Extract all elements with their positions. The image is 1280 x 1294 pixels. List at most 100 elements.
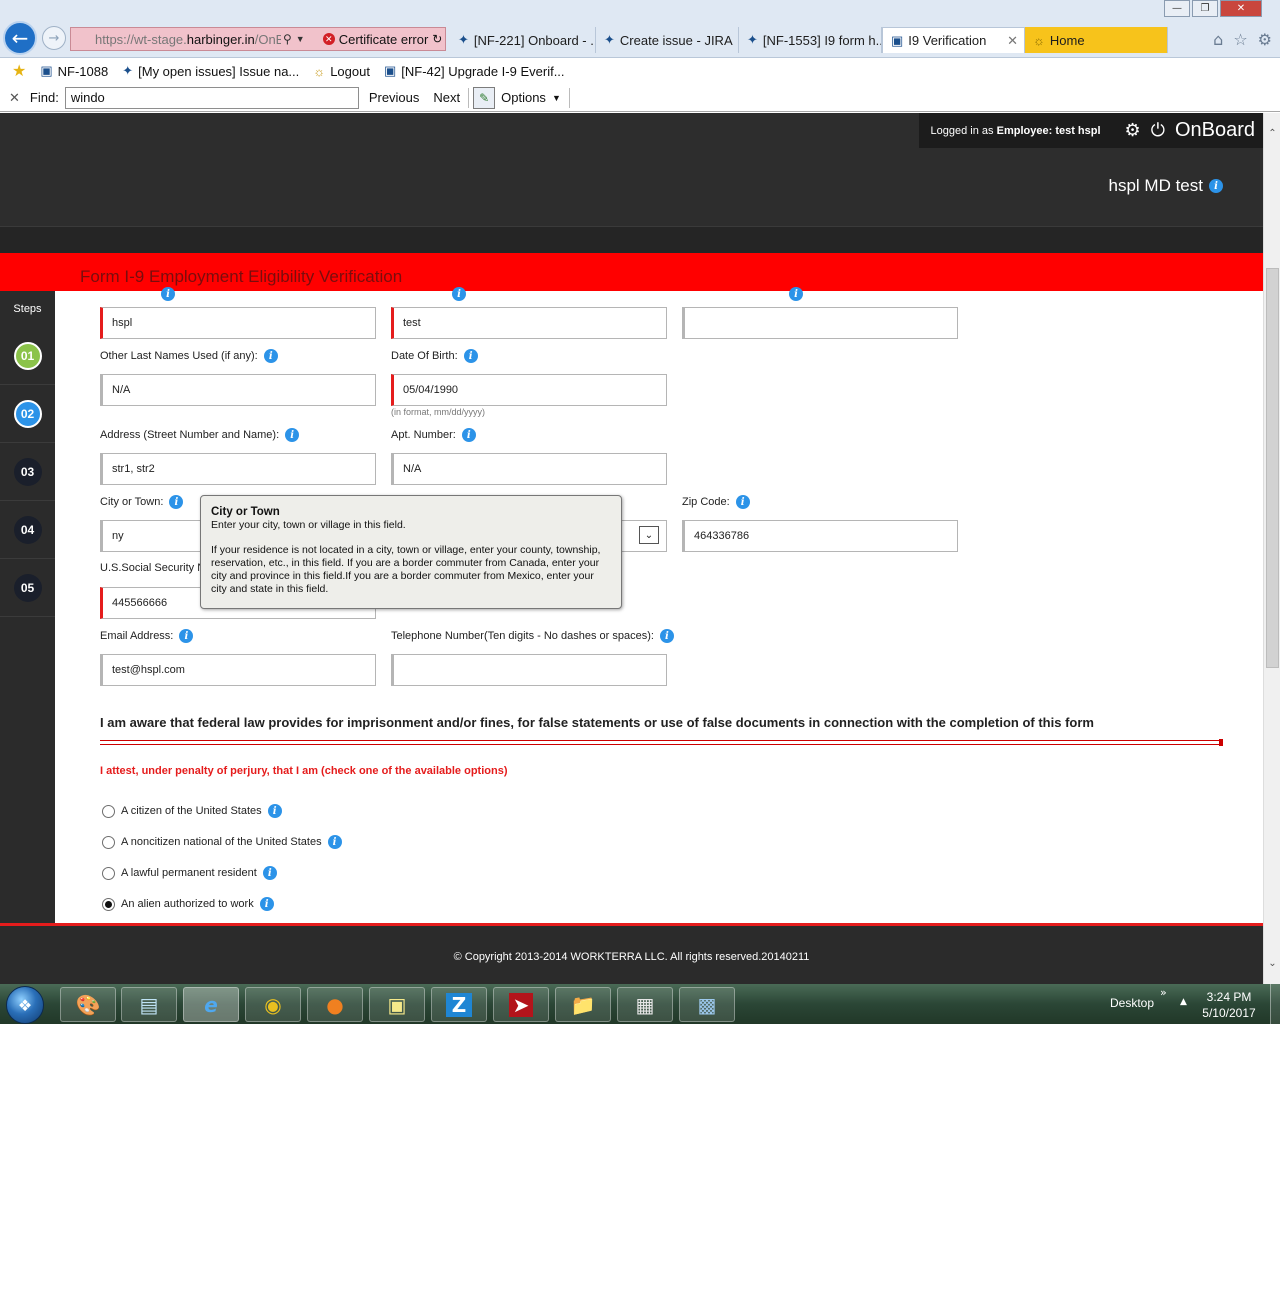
info-icon[interactable]: i (262, 866, 277, 880)
vertical-scrollbar[interactable]: ⌃ ⌄ (1263, 113, 1280, 984)
scroll-thumb[interactable] (1266, 268, 1279, 668)
step-02[interactable]: 02 (0, 385, 55, 443)
info-icon[interactable]: i (327, 835, 342, 849)
error-icon: ✕ (322, 33, 335, 45)
close-icon[interactable]: ✕ (9, 90, 20, 106)
address-label: Address (Street Number and Name): i (100, 428, 300, 442)
system-clock[interactable]: 3:24 PM 5/10/2017 (1200, 989, 1258, 1021)
close-tab-icon[interactable]: ✕ (1007, 33, 1018, 49)
info-icon[interactable]: i (1209, 179, 1223, 193)
option-label: A lawful permanent resident (121, 867, 257, 879)
find-previous-button[interactable]: Previous (369, 90, 420, 105)
info-icon[interactable]: i (161, 287, 175, 301)
option-label: A noncitizen national of the United Stat… (121, 836, 322, 848)
acrobat-icon[interactable]: ➤ (493, 987, 549, 1022)
info-icon[interactable]: i (259, 897, 274, 911)
home-icon[interactable]: ⌂ (1213, 30, 1223, 49)
highlight-icon[interactable]: ✎ (473, 86, 496, 109)
start-button[interactable]: ❖ (6, 986, 44, 1024)
tray-expand-icon[interactable]: ▲ (1180, 997, 1187, 1007)
spreadsheet-icon[interactable]: ▦ (617, 987, 673, 1022)
find-label: Find: (29, 90, 59, 105)
find-next-button[interactable]: Next (433, 90, 460, 105)
find-input[interactable] (64, 86, 359, 109)
chevron-right-icon[interactable]: » (1160, 986, 1167, 999)
option-permanent-resident[interactable]: A lawful permanent resident i (102, 866, 277, 880)
tab-home[interactable]: ☼ Home (1025, 27, 1168, 53)
other-last-names-field[interactable]: N/A (100, 374, 376, 406)
back-button[interactable]: ← (3, 21, 37, 55)
scroll-down-icon[interactable]: ⌄ (1264, 955, 1280, 972)
restore-button[interactable]: ❐ (1192, 0, 1218, 17)
info-icon[interactable]: i (179, 629, 194, 643)
radio-alien-authorized[interactable] (102, 897, 115, 911)
radio-noncitizen-national[interactable] (102, 835, 115, 849)
favorite-my-open-issues[interactable]: ✦ [My open issues] Issue na... (122, 63, 299, 79)
info-icon[interactable]: i (659, 629, 674, 643)
favorite-nf-1088[interactable]: ▣ NF-1088 (40, 63, 108, 79)
divider (568, 87, 570, 108)
forward-button[interactable]: → (42, 26, 66, 50)
chevron-down-icon[interactable]: ⌄ (639, 526, 659, 544)
gear-icon[interactable]: ⚙ (1258, 30, 1272, 49)
radio-citizen[interactable] (102, 804, 115, 818)
tab-i9-verification[interactable]: ▣ I9 Verification ✕ (882, 27, 1025, 53)
close-window-button[interactable]: ✕ (1220, 0, 1262, 17)
dropdown-arrow-icon[interactable]: ▼ (296, 34, 305, 44)
search-icon[interactable]: ⚲ (283, 32, 292, 46)
favorite-nf-42[interactable]: ▣ [NF-42] Upgrade I-9 Everif... (384, 63, 565, 79)
certificate-error-indicator[interactable]: ✕ Certificate error ↻ (322, 32, 442, 47)
sticky-notes-icon[interactable]: ▣ (369, 987, 425, 1022)
minimize-button[interactable]: — (1164, 0, 1190, 17)
option-noncitizen-national[interactable]: A noncitizen national of the United Stat… (102, 835, 342, 849)
explorer-folder-icon[interactable]: 📁 (555, 987, 611, 1022)
radio-permanent-resident[interactable] (102, 866, 115, 880)
zip-field[interactable]: 464336786 (682, 520, 958, 552)
dob-field[interactable]: 05/04/1990 (391, 374, 667, 406)
favorites-star[interactable]: ★ (12, 61, 26, 81)
address-field[interactable]: str1, str2 (100, 453, 376, 485)
show-desktop-button[interactable] (1270, 984, 1280, 1024)
power-icon[interactable]: ⏻ (1151, 120, 1165, 141)
step-05[interactable]: 05 (0, 559, 55, 617)
apt-field[interactable]: N/A (391, 453, 667, 485)
url-text[interactable]: https://wt-stage.harbinger.in/OnBo (71, 32, 281, 47)
notes-icon[interactable]: ▤ (121, 987, 177, 1022)
favorites-star-icon[interactable]: ☆ (1233, 30, 1247, 49)
info-icon[interactable]: i (263, 349, 278, 363)
email-field[interactable]: test@hspl.com (100, 654, 376, 686)
option-alien-authorized[interactable]: An alien authorized to work i (102, 897, 274, 911)
chrome-icon[interactable]: ◉ (245, 987, 301, 1022)
info-icon[interactable]: i (461, 428, 476, 442)
step-03[interactable]: 03 (0, 443, 55, 501)
desktop-toolbar-label[interactable]: Desktop (1110, 996, 1154, 1010)
info-icon[interactable]: i (452, 287, 466, 301)
tab-create-issue[interactable]: ✦ Create issue - JIRA (596, 27, 739, 53)
phone-field[interactable] (391, 654, 667, 686)
picture-viewer-icon[interactable]: ▩ (679, 987, 735, 1022)
step-01[interactable]: 01 (0, 327, 55, 385)
option-citizen[interactable]: A citizen of the United States i (102, 804, 282, 818)
refresh-icon[interactable]: ↻ (432, 32, 442, 46)
step-04[interactable]: 04 (0, 501, 55, 559)
info-icon[interactable]: i (285, 428, 300, 442)
tab-nf-221[interactable]: ✦ [NF-221] Onboard - ... (450, 27, 596, 53)
info-icon[interactable]: i (463, 349, 478, 363)
find-options-button[interactable]: Options ▼ (501, 90, 561, 105)
middle-initial-field[interactable] (682, 307, 958, 339)
internet-explorer-icon[interactable]: e (183, 987, 239, 1022)
address-bar[interactable]: https://wt-stage.harbinger.in/OnBo ⚲ ▼ ✕… (70, 27, 446, 51)
first-name-field[interactable]: test (391, 307, 667, 339)
favorite-logout[interactable]: ☼ Logout (313, 64, 370, 79)
info-icon[interactable]: i (169, 495, 184, 509)
info-icon[interactable]: i (267, 804, 282, 818)
last-name-field[interactable]: hspl (100, 307, 376, 339)
paint-icon[interactable]: 🎨 (60, 987, 116, 1022)
info-icon[interactable]: i (789, 287, 803, 301)
tab-nf-1553[interactable]: ✦ [NF-1553] I9 form h... (739, 27, 882, 53)
gear-icon[interactable]: ⚙ (1125, 120, 1141, 141)
z-app-icon[interactable]: Z (431, 987, 487, 1022)
info-icon[interactable]: i (735, 495, 750, 509)
firefox-icon[interactable]: ● (307, 987, 363, 1022)
scroll-up-icon[interactable]: ⌃ (1264, 125, 1280, 142)
